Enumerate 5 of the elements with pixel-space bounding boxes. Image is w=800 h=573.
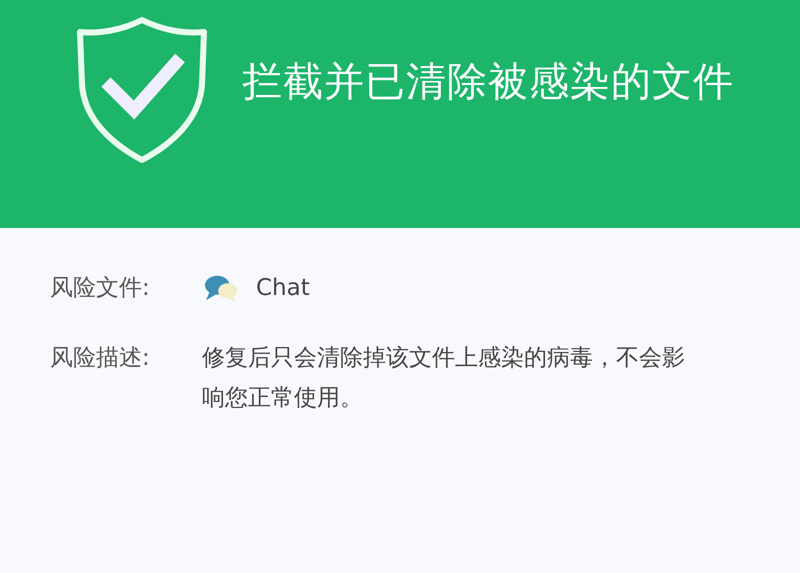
file-name: Chat [256,274,310,303]
banner-title: 拦截并已清除被感染的文件 [242,58,735,107]
risk-description: 修复后只会清除掉该文件上感染的病毒，不会影响您正常使用。 [202,344,686,413]
field-label: 风险文件: [50,274,151,303]
field-label: 风险描述: [50,344,151,373]
